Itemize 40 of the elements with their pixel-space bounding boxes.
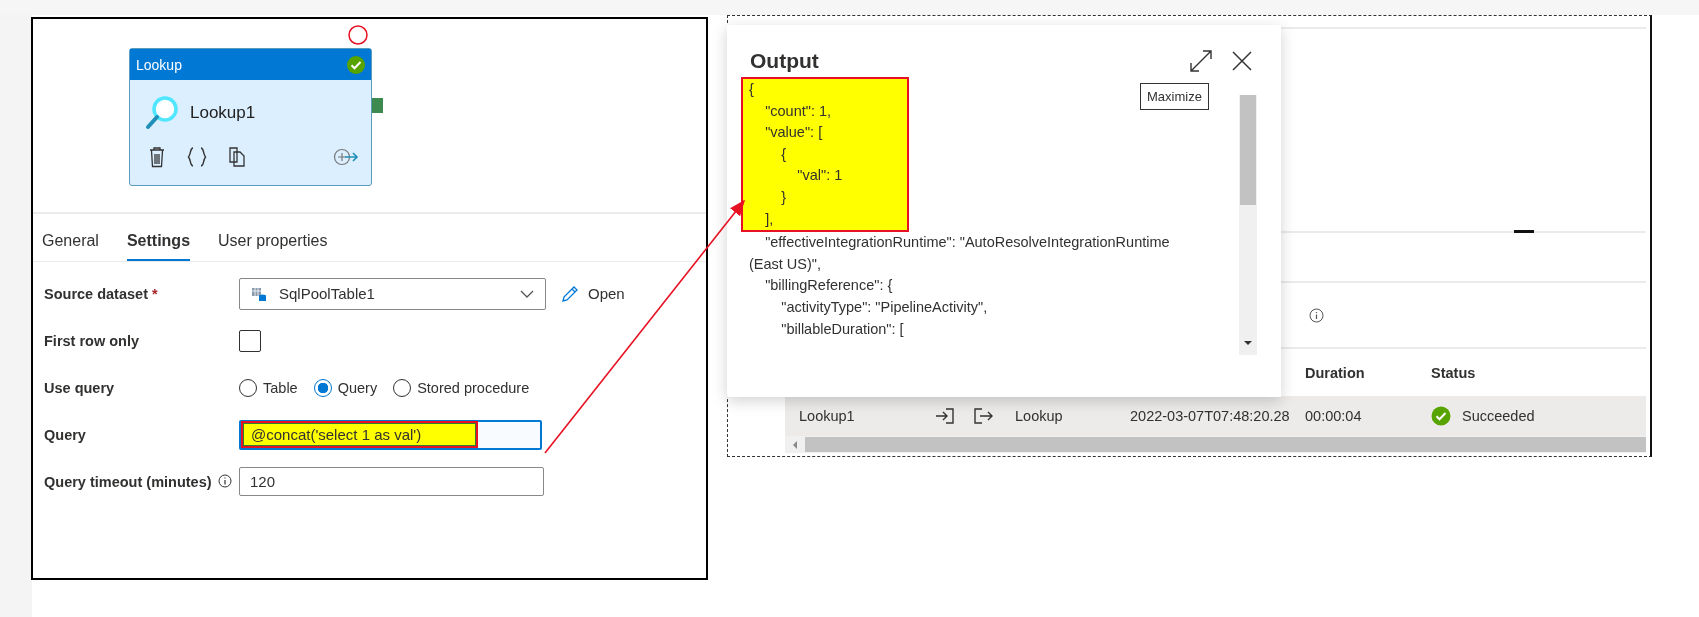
field-label: Query timeout (minutes) bbox=[44, 473, 212, 490]
activity-type: Lookup bbox=[136, 56, 182, 73]
code-line: } bbox=[780, 187, 788, 207]
code-line: "billableDuration": [ bbox=[780, 319, 905, 339]
tab[interactable]: Settings bbox=[126, 224, 191, 261]
table-row[interactable]: Lookup1 Lookup 2022-03-07T07:48:20.28 00:00:04 Succeeded bbox=[785, 396, 1646, 436]
tooltip: Maximize bbox=[1140, 83, 1209, 110]
table-cell-text: Lookup1 bbox=[798, 408, 856, 424]
radio-label[interactable]: Query bbox=[337, 379, 378, 396]
dialog-title: Output bbox=[750, 49, 819, 73]
field-label: First row only bbox=[44, 332, 141, 349]
code-line: "count": 1, bbox=[764, 101, 833, 121]
open-button[interactable]: Open bbox=[556, 281, 629, 306]
table-cell-text: 2022-03-07T07:48:20.28 bbox=[1130, 408, 1291, 424]
code-line: "activityType": "PipelineActivity", bbox=[780, 297, 989, 317]
field-label: Use query bbox=[44, 379, 116, 396]
query-field[interactable]: @concat('select 1 as val') bbox=[239, 419, 542, 450]
table-cell-text: Lookup bbox=[1015, 408, 1064, 424]
table-cell-text: 00:00:04 bbox=[1305, 408, 1363, 424]
timeout-field[interactable]: 120 bbox=[239, 467, 544, 496]
column-header[interactable]: Status bbox=[1431, 364, 1557, 381]
code-line: "val": 1 bbox=[796, 166, 844, 186]
query-value: @concat('select 1 as val') bbox=[241, 421, 479, 448]
code-line: ], bbox=[764, 209, 775, 229]
radio-label[interactable]: Table bbox=[263, 379, 298, 396]
column-header[interactable]: Duration bbox=[1305, 364, 1431, 381]
field-label: Query bbox=[44, 426, 87, 443]
tab[interactable]: General bbox=[42, 224, 99, 261]
code-line: "value": [ bbox=[764, 123, 824, 143]
activity-node[interactable]: Lookup Lookup1 bbox=[129, 48, 372, 186]
activity-name: Lookup1 bbox=[190, 103, 256, 123]
radio-label[interactable]: Stored procedure bbox=[417, 379, 530, 396]
tab[interactable]: User properties bbox=[218, 224, 328, 261]
code-line: "effectiveIntegrationRuntime": "AutoResolveIntegrationRuntime (East US)", bbox=[748, 233, 1171, 274]
status-text: Succeeded bbox=[1462, 408, 1535, 424]
code-line: "billingReference": { bbox=[764, 276, 894, 296]
field-label: Source dataset * bbox=[44, 285, 159, 302]
code-line: { bbox=[780, 144, 788, 164]
dataset-dropdown[interactable]: SqlPoolTable1 bbox=[239, 277, 546, 310]
code-line: { bbox=[749, 80, 755, 99]
